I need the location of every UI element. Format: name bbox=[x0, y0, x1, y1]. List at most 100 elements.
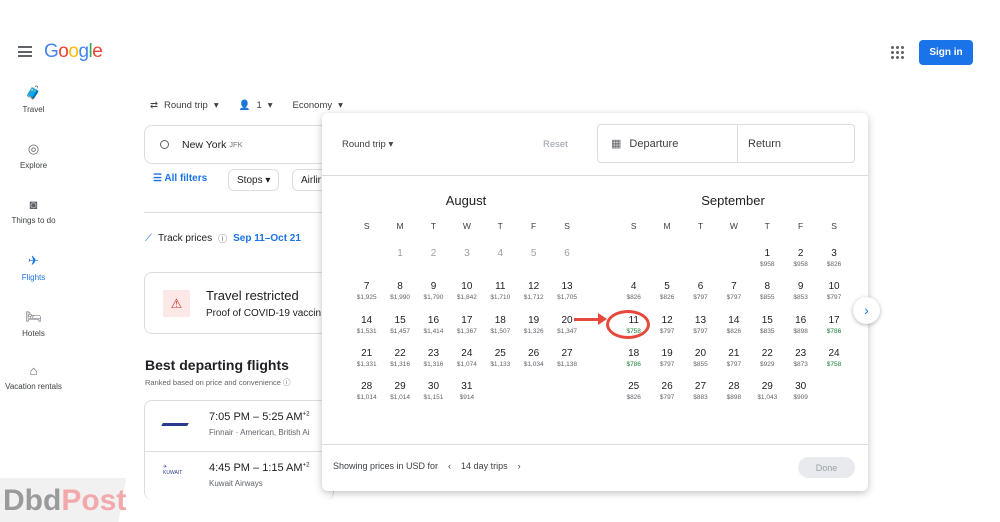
nav-hotels[interactable]: 🛏 Hotels bbox=[0, 309, 67, 338]
calendar-day[interactable]: 26 $797 bbox=[650, 379, 683, 412]
previous-trip-length-button[interactable]: ‹ bbox=[448, 461, 451, 471]
track-dates[interactable]: Sep 11–Oct 21 bbox=[233, 233, 301, 244]
day-number: 14 bbox=[361, 314, 373, 326]
calendar-day[interactable]: 11 $1,710 bbox=[484, 279, 517, 312]
calendar-day[interactable]: 3 $826 bbox=[817, 246, 850, 279]
calendar-day[interactable]: 21 $1,331 bbox=[350, 346, 383, 379]
nav-vacation-rentals[interactable]: ⌂ Vacation rentals bbox=[0, 363, 67, 391]
stops-filter[interactable]: Stops ▾ bbox=[228, 169, 280, 191]
cabin-select[interactable]: Economy bbox=[293, 100, 333, 111]
all-filters-button[interactable]: ☰ All filters bbox=[153, 173, 207, 184]
day-price: $898 bbox=[726, 394, 742, 402]
departure-input[interactable]: ▦ Departure bbox=[598, 125, 738, 162]
calendar-day[interactable]: 5 $826 bbox=[650, 279, 683, 312]
calendar-day[interactable]: 7 $1,925 bbox=[350, 279, 383, 312]
calendar-day[interactable]: 31 $914 bbox=[450, 379, 483, 412]
day-price: $797 bbox=[659, 360, 675, 368]
calendar-day[interactable]: 28 $1,014 bbox=[350, 379, 383, 412]
popup-trip-type-label: Round trip bbox=[342, 139, 386, 150]
main-menu-button[interactable] bbox=[18, 46, 32, 57]
calendar-day[interactable]: 22 $1,316 bbox=[383, 346, 416, 379]
origin-input[interactable]: New York JFK bbox=[144, 125, 334, 164]
next-month-button[interactable]: › bbox=[853, 297, 880, 324]
travel-restriction-card[interactable]: ⚠ Travel restricted Proof of COVID-19 va… bbox=[144, 272, 334, 334]
google-logo[interactable]: Google bbox=[44, 41, 103, 63]
calendar-day[interactable]: 17 $1,367 bbox=[450, 313, 483, 346]
calendar-day[interactable]: 13 $797 bbox=[684, 313, 717, 346]
calendar-day[interactable]: 13 $1,705 bbox=[550, 279, 583, 312]
day-price: $853 bbox=[793, 294, 808, 302]
restriction-text: Proof of COVID-19 vaccin bbox=[206, 308, 322, 319]
calendar-day[interactable]: 27 $1,138 bbox=[550, 346, 583, 379]
calendar-day[interactable]: 22 $929 bbox=[751, 346, 784, 379]
day-number: 12 bbox=[528, 281, 540, 293]
calendar-day[interactable]: 25 $1,133 bbox=[484, 346, 517, 379]
calendar-day[interactable]: 19 $1,326 bbox=[517, 313, 550, 346]
calendar-day[interactable]: 29 $1,043 bbox=[751, 379, 784, 412]
calendar-day[interactable]: 28 $898 bbox=[717, 379, 750, 412]
popup-trip-type-select[interactable]: Round trip ▾ bbox=[342, 139, 393, 150]
return-input[interactable]: Return bbox=[748, 125, 781, 162]
day-price: $758 bbox=[826, 360, 842, 368]
calendar-day[interactable]: 7 $797 bbox=[717, 279, 750, 312]
calendar-day[interactable]: 8 $855 bbox=[751, 279, 784, 312]
nav-travel[interactable]: 🧳 Travel bbox=[0, 85, 67, 114]
day-number: 22 bbox=[394, 347, 406, 359]
info-icon[interactable]: ⓘ bbox=[283, 378, 291, 387]
calendar-day[interactable]: 16 $898 bbox=[784, 313, 817, 346]
calendar-day[interactable]: 18 $1,507 bbox=[484, 313, 517, 346]
next-trip-length-button[interactable]: › bbox=[518, 461, 521, 471]
calendar-day[interactable]: 9 $853 bbox=[784, 279, 817, 312]
calendar-day[interactable]: 20 $855 bbox=[684, 346, 717, 379]
reset-button[interactable]: Reset bbox=[543, 139, 568, 150]
calendar-day[interactable]: 18 $786 bbox=[617, 346, 650, 379]
flight-row[interactable]: ✈ KUWAIT 4:45 PM – 1:15 AM+2 Kuwait Airwa… bbox=[145, 452, 335, 502]
calendar-day[interactable]: 2 $958 bbox=[784, 246, 817, 279]
calendar-day[interactable]: 26 $1,034 bbox=[517, 346, 550, 379]
calendar-day[interactable]: 14 $1,531 bbox=[350, 313, 383, 346]
day-price: $898 bbox=[793, 327, 808, 335]
calendar-day[interactable]: 6 $797 bbox=[684, 279, 717, 312]
calendar-day[interactable]: 21 $797 bbox=[717, 346, 750, 379]
info-icon[interactable]: ⓘ bbox=[218, 232, 227, 245]
day-price: $855 bbox=[760, 294, 775, 302]
sign-in-button[interactable]: Sign in bbox=[919, 40, 973, 65]
calendar-day[interactable]: 17 $786 bbox=[817, 313, 850, 346]
calendar-day[interactable]: 29 $1,014 bbox=[383, 379, 416, 412]
empty-cell bbox=[617, 246, 650, 279]
calendar-day[interactable]: 10 $1,842 bbox=[450, 279, 483, 312]
calendar-day[interactable]: 19 $797 bbox=[650, 346, 683, 379]
trip-type-select[interactable]: Round trip bbox=[164, 100, 208, 111]
day-offset: +2 bbox=[302, 462, 310, 469]
apps-grid-icon[interactable] bbox=[891, 46, 904, 59]
calendar-day[interactable]: 30 $1,151 bbox=[417, 379, 450, 412]
calendar-day[interactable]: 4 $826 bbox=[617, 279, 650, 312]
month-title: September bbox=[701, 193, 765, 208]
calendar-day[interactable]: 8 $1,990 bbox=[383, 279, 416, 312]
chevron-down-icon: ▾ bbox=[213, 100, 219, 111]
calendar-day[interactable]: 10 $797 bbox=[817, 279, 850, 312]
calendar-day[interactable]: 23 $873 bbox=[784, 346, 817, 379]
calendar-day[interactable]: 25 $826 bbox=[617, 379, 650, 412]
calendar-day[interactable]: 1 $958 bbox=[751, 246, 784, 279]
flight-row[interactable]: 7:05 PM – 5:25 AM+2 Finnair · American, … bbox=[145, 401, 335, 452]
calendar-day[interactable]: 24 $1,074 bbox=[450, 346, 483, 379]
calendar-day[interactable]: 12 $1,712 bbox=[517, 279, 550, 312]
calendar-day[interactable]: 9 $1,790 bbox=[417, 279, 450, 312]
calendar-day[interactable]: 15 $1,457 bbox=[383, 313, 416, 346]
calendar-day[interactable]: 12 $797 bbox=[650, 313, 683, 346]
day-number: 2 bbox=[797, 248, 804, 259]
divider bbox=[144, 212, 324, 213]
calendar-day[interactable]: 15 $835 bbox=[751, 313, 784, 346]
nav-things-to-do[interactable]: ◙ Things to do bbox=[0, 197, 67, 225]
calendar-day[interactable]: 14 $826 bbox=[717, 313, 750, 346]
nav-explore[interactable]: ◎ Explore bbox=[0, 141, 67, 170]
done-button[interactable]: Done bbox=[798, 457, 855, 478]
calendar-day[interactable]: 27 $883 bbox=[684, 379, 717, 412]
calendar-day[interactable]: 24 $758 bbox=[817, 346, 850, 379]
calendar-day[interactable]: 30 $909 bbox=[784, 379, 817, 412]
calendar-day[interactable]: 23 $1,316 bbox=[417, 346, 450, 379]
nav-flights[interactable]: ✈ Flights bbox=[0, 253, 67, 282]
passengers-select[interactable]: 1 bbox=[256, 100, 261, 111]
calendar-day[interactable]: 16 $1,414 bbox=[417, 313, 450, 346]
